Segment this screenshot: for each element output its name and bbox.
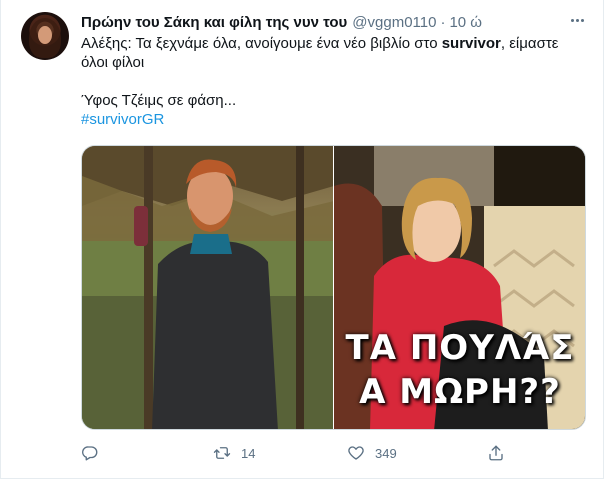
avatar[interactable] [21, 12, 69, 60]
like-button[interactable]: 349 [347, 440, 397, 466]
reply-icon [81, 446, 98, 461]
hashtag-link[interactable]: #survivorGR [81, 111, 164, 128]
like-icon [348, 446, 364, 460]
tweet-header: Πρώην του Σάκη και φίλη της νυν του @vgg… [81, 12, 482, 32]
retweet-button[interactable]: 14 [213, 440, 255, 466]
like-count: 349 [375, 445, 397, 461]
more-icon[interactable] [567, 12, 587, 28]
tweet-timestamp[interactable]: 10 ώ [449, 14, 482, 31]
share-icon [489, 445, 503, 461]
action-bar: 14 349 [81, 440, 511, 466]
meme-caption-line1: ΤΑ ΠΟΥΛΆΣ [345, 328, 575, 368]
avatar-face [38, 26, 52, 44]
share-button[interactable] [487, 440, 505, 466]
tweet-text: Αλέξης: Τα ξεχνάμε όλα, ανοίγουμε ένα νέ… [81, 34, 581, 129]
separator-dot: · [440, 13, 446, 31]
media-image-left[interactable] [82, 146, 333, 429]
retweet-icon [213, 447, 231, 459]
meme-caption-line2: Α ΜΩΡΗ?? [359, 372, 561, 412]
reply-button[interactable] [81, 440, 109, 466]
retweet-count: 14 [241, 445, 256, 461]
text-prefix: Αλέξης: Τα ξεχνάμε όλα, ανοίγουμε ένα νέ… [81, 35, 442, 52]
author-handle[interactable]: @vggm0110 [352, 14, 436, 31]
tweet-card[interactable]: Πρώην του Σάκη και φίλη της νυν του @vgg… [0, 0, 604, 479]
text-bold-word: survivor [441, 35, 501, 52]
media-image-right[interactable]: ΤΑ ΠΟΥΛΆΣ Α ΜΩΡΗ?? [333, 146, 586, 429]
meme-caption: ΤΑ ΠΟΥΛΆΣ Α ΜΩΡΗ?? [334, 326, 586, 414]
tweet-text-line2: Ύφος Τζέιμς σε φάση... [81, 92, 237, 109]
tweet-text-line1: Αλέξης: Τα ξεχνάμε όλα, ανοίγουμε ένα νέ… [81, 34, 581, 72]
man-in-jungle-illustration [82, 146, 333, 429]
author-display-name[interactable]: Πρώην του Σάκη και φίλη της νυν του [81, 14, 347, 31]
tweet-media[interactable]: ΤΑ ΠΟΥΛΆΣ Α ΜΩΡΗ?? [81, 145, 586, 430]
